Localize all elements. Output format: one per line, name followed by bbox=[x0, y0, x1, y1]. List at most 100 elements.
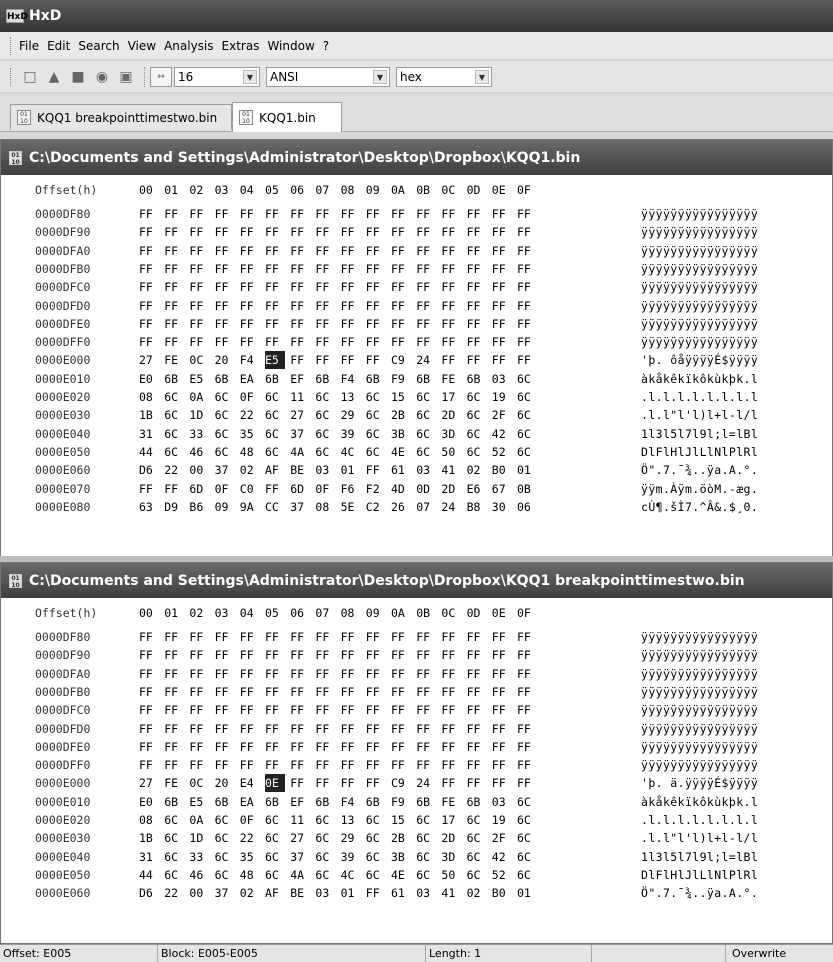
hex-row[interactable]: 0000E060 D6 22 00 37 02 AF BE 03 01 FF 61 03 41 02 B0 01… bbox=[1, 884, 832, 902]
hex-byte[interactable]: FF bbox=[240, 628, 260, 646]
hex-byte[interactable]: F9 bbox=[391, 370, 411, 388]
hex-row[interactable]: 0000E000 27 FE 0C 20 E4 0E FF FF FF FF C9 24 FF FF FF FF… bbox=[1, 774, 832, 793]
hex-byte[interactable]: FF bbox=[467, 260, 487, 278]
hex-byte[interactable]: FF bbox=[341, 351, 361, 369]
hex-row[interactable]: 0000DFB0 FF FF FF FF FF FF FF FF FF FF FF FF FF FF FF FF… bbox=[1, 683, 832, 701]
hex-byte[interactable]: FF bbox=[517, 351, 537, 369]
hex-byte[interactable]: 6C bbox=[467, 829, 487, 847]
hex-byte[interactable]: FF bbox=[139, 738, 159, 756]
hex-byte[interactable]: 39 bbox=[341, 425, 361, 443]
hex-byte[interactable]: FF bbox=[290, 351, 310, 369]
hex-byte[interactable]: FF bbox=[164, 297, 184, 315]
hex-byte[interactable]: 15 bbox=[391, 388, 411, 406]
hex-byte[interactable]: FE bbox=[441, 370, 461, 388]
hex-byte[interactable]: C0 bbox=[240, 480, 260, 498]
hex-row[interactable]: 0000E060 D6 22 00 37 02 AF BE 03 01 FF 61 03 41 02 B0 01… bbox=[1, 461, 832, 479]
hex-byte[interactable]: 02 bbox=[467, 461, 487, 479]
hex-byte[interactable]: FF bbox=[517, 665, 537, 683]
hex-byte[interactable]: 03 bbox=[315, 461, 335, 479]
hex-byte[interactable]: 35 bbox=[240, 848, 260, 866]
hex-byte[interactable]: FF bbox=[265, 205, 285, 223]
hex-byte[interactable]: FF bbox=[366, 646, 386, 664]
hex-byte[interactable]: 41 bbox=[441, 884, 461, 902]
hex-byte[interactable]: FF bbox=[441, 628, 461, 646]
hex-row[interactable]: 0000E040 31 6C 33 6C 35 6C 37 6C 39 6C 3B 6C 3D 6C 42 6C… bbox=[1, 425, 832, 443]
hex-byte[interactable]: 6C bbox=[315, 848, 335, 866]
hex-byte[interactable]: FF bbox=[189, 260, 209, 278]
hex-byte[interactable]: 61 bbox=[391, 884, 411, 902]
hex-byte[interactable]: FF bbox=[492, 701, 512, 719]
hex-byte[interactable]: FF bbox=[391, 683, 411, 701]
hex-byte[interactable]: 61 bbox=[391, 461, 411, 479]
hex-byte[interactable]: 1B bbox=[139, 829, 159, 847]
ascii-text[interactable]: ÿÿÿÿÿÿÿÿÿÿÿÿÿÿÿÿ bbox=[641, 756, 758, 774]
hex-byte[interactable]: 6C bbox=[164, 388, 184, 406]
hex-byte[interactable]: FF bbox=[341, 242, 361, 260]
hex-byte[interactable]: EF bbox=[290, 370, 310, 388]
hex-byte[interactable]: 02 bbox=[240, 461, 260, 479]
hex-byte[interactable]: E5 bbox=[265, 351, 285, 370]
hex-row[interactable]: 0000DFF0 FF FF FF FF FF FF FF FF FF FF FF FF FF FF FF FF… bbox=[1, 756, 832, 774]
hex-byte[interactable]: CC bbox=[265, 498, 285, 516]
hex-byte[interactable]: FF bbox=[315, 223, 335, 241]
hex-byte[interactable]: 02 bbox=[467, 884, 487, 902]
ascii-text[interactable]: ÿÿÿÿÿÿÿÿÿÿÿÿÿÿÿÿ bbox=[641, 683, 758, 701]
hex-byte[interactable]: FF bbox=[467, 205, 487, 223]
hex-byte[interactable]: FF bbox=[391, 242, 411, 260]
hex-byte[interactable]: FF bbox=[467, 315, 487, 333]
hex-byte[interactable]: F2 bbox=[366, 480, 386, 498]
hex-byte[interactable]: 48 bbox=[240, 443, 260, 461]
hex-byte[interactable]: FF bbox=[441, 701, 461, 719]
hex-byte[interactable]: 6C bbox=[164, 425, 184, 443]
hex-row[interactable]: 0000DFE0 FF FF FF FF FF FF FF FF FF FF FF FF FF FF FF FF… bbox=[1, 315, 832, 333]
hex-byte[interactable]: 6C bbox=[265, 811, 285, 829]
hex-byte[interactable]: FF bbox=[189, 205, 209, 223]
hex-byte[interactable]: FF bbox=[164, 628, 184, 646]
display-mode-select[interactable]: hex ▼ bbox=[396, 66, 492, 87]
hex-byte[interactable]: FF bbox=[215, 628, 235, 646]
hex-byte[interactable]: FF bbox=[164, 701, 184, 719]
hex-byte[interactable]: FF bbox=[240, 738, 260, 756]
hex-byte[interactable]: FF bbox=[240, 756, 260, 774]
hex-byte[interactable]: FF bbox=[164, 223, 184, 241]
hex-byte[interactable]: FF bbox=[341, 756, 361, 774]
hex-byte[interactable]: 52 bbox=[492, 866, 512, 884]
hex-byte[interactable]: FF bbox=[366, 315, 386, 333]
hex-byte[interactable]: B8 bbox=[467, 498, 487, 516]
hex-byte[interactable]: 6C bbox=[265, 829, 285, 847]
hex-byte[interactable]: 24 bbox=[416, 351, 436, 369]
hex-byte[interactable]: 6C bbox=[416, 848, 436, 866]
hex-row[interactable]: 0000DFE0 FF FF FF FF FF FF FF FF FF FF FF FF FF FF FF FF… bbox=[1, 738, 832, 756]
hex-byte[interactable]: FF bbox=[467, 720, 487, 738]
ascii-text[interactable]: àkåkêkïkôkùkþk.l bbox=[641, 370, 758, 388]
hex-byte[interactable]: 0B bbox=[517, 480, 537, 498]
hex-byte[interactable]: FF bbox=[315, 351, 335, 369]
hex-byte[interactable]: FF bbox=[366, 701, 386, 719]
menu-view[interactable]: View bbox=[128, 39, 156, 53]
hex-byte[interactable]: FF bbox=[290, 628, 310, 646]
hex-byte[interactable]: FF bbox=[517, 683, 537, 701]
ascii-text[interactable]: ÿÿÿÿÿÿÿÿÿÿÿÿÿÿÿÿ bbox=[641, 646, 758, 664]
hex-byte[interactable]: FF bbox=[366, 665, 386, 683]
hex-byte[interactable]: FF bbox=[265, 223, 285, 241]
hex-byte[interactable]: FF bbox=[341, 774, 361, 792]
hex-byte[interactable]: FF bbox=[441, 242, 461, 260]
hex-byte[interactable]: FF bbox=[290, 738, 310, 756]
hex-row[interactable]: 0000DFB0 FF FF FF FF FF FF FF FF FF FF FF FF FF FF FF FF… bbox=[1, 260, 832, 278]
hex-byte[interactable]: 6C bbox=[265, 866, 285, 884]
hex-byte[interactable]: FF bbox=[189, 315, 209, 333]
hex-byte[interactable]: FF bbox=[341, 205, 361, 223]
hex-byte[interactable]: 6C bbox=[315, 406, 335, 424]
new-file-icon[interactable]: □ bbox=[19, 67, 41, 87]
hex-byte[interactable]: FF bbox=[441, 646, 461, 664]
hex-byte[interactable]: 4D bbox=[391, 480, 411, 498]
hex-byte[interactable]: FF bbox=[391, 223, 411, 241]
hex-byte[interactable]: 03 bbox=[416, 884, 436, 902]
hex-byte[interactable]: 0F bbox=[215, 480, 235, 498]
hex-byte[interactable]: FF bbox=[366, 205, 386, 223]
ascii-text[interactable]: cÙ¶.šÌ7.^Â&.$¸0. bbox=[641, 498, 758, 516]
hex-byte[interactable]: FF bbox=[315, 738, 335, 756]
hex-byte[interactable]: FF bbox=[366, 628, 386, 646]
hex-byte[interactable]: 30 bbox=[492, 498, 512, 516]
hex-byte[interactable]: FF bbox=[517, 774, 537, 792]
